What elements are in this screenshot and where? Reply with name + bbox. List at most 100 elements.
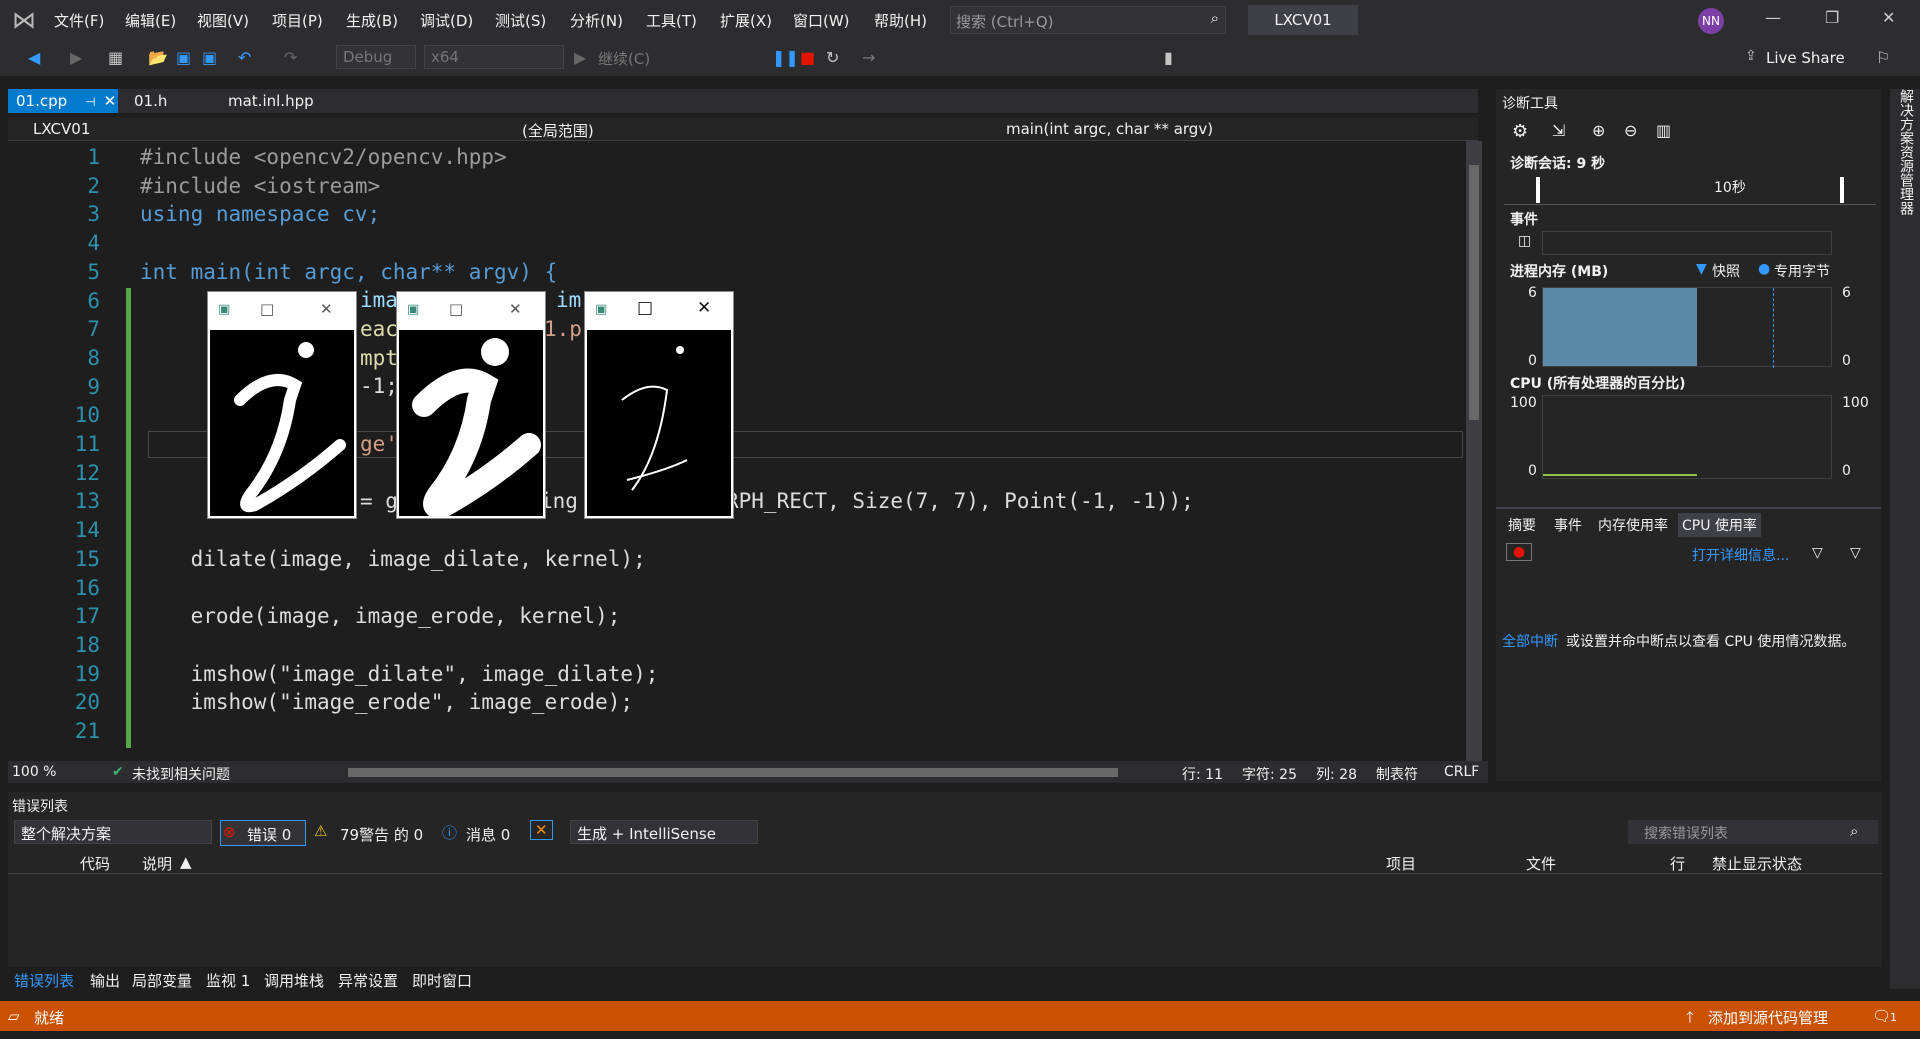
- tab-01-cpp[interactable]: 01.cpp ⊣ ✕: [8, 89, 118, 113]
- tab-exception-settings[interactable]: 异常设置: [338, 970, 398, 991]
- step-over-icon[interactable]: →: [862, 48, 875, 67]
- source-control-button[interactable]: 添加到源代码管理: [1708, 1007, 1828, 1028]
- filter-alt-icon[interactable]: ▽: [1850, 545, 1861, 561]
- search-icon[interactable]: ⌕: [1850, 822, 1858, 840]
- code-line[interactable]: #include <iostream>: [140, 174, 380, 198]
- menu-project[interactable]: 项目(P): [272, 10, 323, 31]
- open-details-link[interactable]: 打开详细信息...: [1692, 545, 1789, 565]
- project-dropdown[interactable]: LXCV01: [33, 120, 90, 138]
- new-project-icon[interactable]: ▦: [108, 48, 123, 67]
- horizontal-scrollbar[interactable]: [348, 768, 1118, 777]
- window-titlebar[interactable]: ▣ □ ✕: [585, 292, 733, 330]
- image-window-original[interactable]: ▣ □ ✕: [207, 291, 357, 519]
- code-line[interactable]: #include <opencv2/opencv.hpp>: [140, 145, 507, 169]
- code-line[interactable]: erode(image, image_erode, kernel);: [140, 604, 621, 628]
- tab-memory-usage[interactable]: 内存使用率: [1594, 513, 1672, 537]
- menu-edit[interactable]: 编辑(E): [125, 10, 176, 31]
- menu-help[interactable]: 帮助(H): [874, 10, 927, 31]
- col-suppression[interactable]: 禁止显示状态: [1712, 853, 1802, 874]
- chart-icon[interactable]: ▥: [1656, 121, 1671, 140]
- filter-icon[interactable]: ▽: [1812, 545, 1823, 561]
- pause-events-icon[interactable]: ◫: [1518, 233, 1531, 249]
- avatar[interactable]: NN: [1698, 8, 1724, 34]
- search-icon[interactable]: ⌕: [1211, 9, 1219, 27]
- forward-icon[interactable]: ▶: [70, 48, 82, 67]
- back-icon[interactable]: ◀: [28, 48, 40, 67]
- restart-icon[interactable]: ↻: [826, 48, 839, 67]
- platform-select[interactable]: x64: [424, 45, 564, 69]
- bookmark-icon[interactable]: ▮: [1164, 48, 1173, 67]
- messages-filter-button[interactable]: 消息 0: [466, 824, 510, 845]
- restore-icon[interactable]: ❐: [1825, 8, 1839, 27]
- zoom-in-icon[interactable]: ⊕: [1592, 121, 1605, 140]
- save-icon[interactable]: ▣: [176, 48, 191, 67]
- tab-mat-inl-hpp[interactable]: mat.inl.hpp: [220, 89, 322, 113]
- code-line[interactable]: imshow("image_erode", image_erode);: [140, 690, 634, 714]
- live-share-button[interactable]: Live Share: [1766, 49, 1845, 67]
- scroll-thumb[interactable]: [1469, 165, 1479, 420]
- export-icon[interactable]: ⇲: [1552, 121, 1565, 140]
- minimize-icon[interactable]: —: [1765, 8, 1781, 27]
- code-line[interactable]: int main(int argc, char** argv) {: [140, 260, 557, 284]
- tab-watch[interactable]: 监视 1: [206, 970, 250, 991]
- menu-window[interactable]: 窗口(W): [793, 10, 850, 31]
- record-icon[interactable]: ●: [1506, 543, 1533, 561]
- continue-button[interactable]: 继续(C): [598, 48, 650, 69]
- maximize-icon[interactable]: □: [260, 300, 274, 318]
- tab-output[interactable]: 输出: [90, 970, 120, 991]
- pin-icon[interactable]: ⊣: [85, 95, 95, 109]
- code-line[interactable]: imshow("image_dilate", image_dilate);: [140, 662, 659, 686]
- zoom-out-icon[interactable]: ⊖: [1624, 121, 1637, 140]
- tab-events[interactable]: 事件: [1550, 513, 1586, 537]
- maximize-icon[interactable]: □: [637, 298, 653, 318]
- window-titlebar[interactable]: ▣ □ ✕: [208, 292, 356, 330]
- close-tab-icon[interactable]: ✕: [104, 92, 117, 110]
- window-titlebar[interactable]: ▣ □ ✕: [397, 292, 545, 330]
- scope-dropdown[interactable]: (全局范围): [522, 120, 594, 141]
- function-dropdown[interactable]: main(int argc, char ** argv): [1006, 120, 1213, 138]
- tab-mode[interactable]: 制表符: [1376, 764, 1418, 784]
- memory-title[interactable]: 进程内存 (MB): [1510, 261, 1608, 281]
- stop-icon[interactable]: ■: [800, 48, 815, 67]
- pause-icon[interactable]: ❚❚: [772, 48, 799, 67]
- menu-view[interactable]: 视图(V): [197, 10, 249, 31]
- timeline[interactable]: 10秒: [1504, 175, 1876, 205]
- timeline-end-marker[interactable]: [1840, 177, 1844, 203]
- close-icon[interactable]: ✕: [697, 298, 711, 318]
- open-icon[interactable]: 📂: [148, 48, 168, 67]
- solution-explorer-tab[interactable]: 解决方案资源管理器: [1896, 89, 1914, 215]
- undo-icon[interactable]: ↶: [238, 48, 251, 67]
- feedback-icon[interactable]: ⚐: [1876, 48, 1890, 67]
- timeline-start-marker[interactable]: [1536, 177, 1540, 203]
- redo-icon[interactable]: ↷: [284, 48, 297, 67]
- tab-error-list[interactable]: 错误列表: [14, 970, 74, 991]
- build-filter-icon[interactable]: ✕: [530, 820, 553, 840]
- col-project[interactable]: 项目: [1386, 853, 1416, 874]
- close-icon[interactable]: ✕: [1882, 8, 1895, 27]
- menu-extensions[interactable]: 扩展(X): [720, 10, 772, 31]
- image-window-dilate[interactable]: ▣ □ ✕: [396, 291, 546, 519]
- settings-icon[interactable]: ⚙: [1512, 121, 1528, 142]
- notifications-icon[interactable]: 🗨: [1872, 1007, 1891, 1025]
- search-input[interactable]: 搜索 (Ctrl+Q) ⌕: [950, 6, 1226, 34]
- code-line[interactable]: dilate(image, image_dilate, kernel);: [140, 547, 646, 571]
- col-code[interactable]: 代码: [80, 853, 110, 874]
- menu-analyze[interactable]: 分析(N): [570, 10, 623, 31]
- live-share-icon[interactable]: ⇪: [1745, 48, 1757, 64]
- menu-test[interactable]: 测试(S): [495, 10, 546, 31]
- menu-file[interactable]: 文件(F): [54, 10, 104, 31]
- break-all-link[interactable]: 全部中断: [1502, 631, 1558, 651]
- tab-summary[interactable]: 摘要: [1504, 513, 1540, 537]
- image-window-erode[interactable]: ▣ □ ✕: [584, 291, 734, 519]
- menu-build[interactable]: 生成(B): [346, 10, 398, 31]
- save-all-icon[interactable]: ▣: [202, 48, 217, 67]
- col-description[interactable]: 说明: [142, 853, 172, 874]
- cpu-title[interactable]: CPU (所有处理器的百分比): [1510, 373, 1686, 393]
- col-line[interactable]: 行: [1670, 853, 1685, 874]
- menu-debug[interactable]: 调试(D): [420, 10, 473, 31]
- menu-tools[interactable]: 工具(T): [646, 10, 697, 31]
- close-icon[interactable]: ✕: [509, 300, 522, 318]
- events-section[interactable]: 事件: [1510, 209, 1538, 229]
- tab-locals[interactable]: 局部变量: [132, 970, 192, 991]
- tab-01-h[interactable]: 01.h: [126, 89, 175, 113]
